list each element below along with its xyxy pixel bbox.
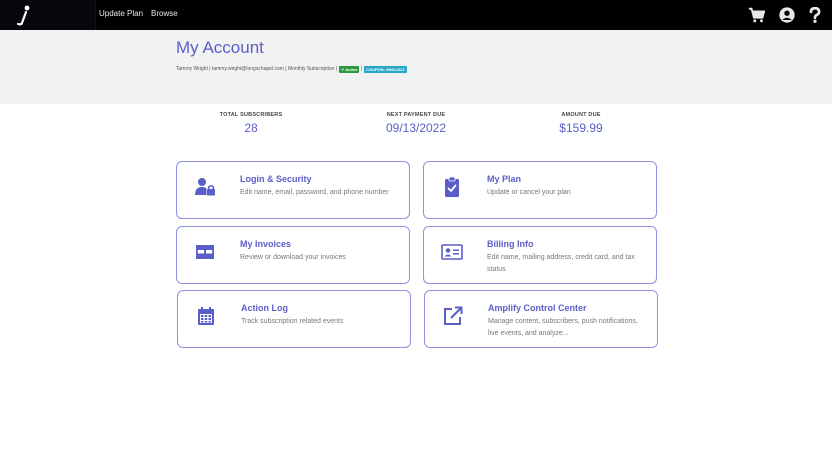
nav-update-plan[interactable]: Update Plan <box>99 9 143 18</box>
stat-amount-due: AMOUNT DUE $159.99 <box>506 112 656 135</box>
external-link-icon <box>444 306 463 325</box>
page-title: My Account <box>176 38 264 57</box>
nav-browse[interactable]: Browse <box>151 9 178 18</box>
card-title: My Plan <box>487 174 522 184</box>
card-description: Review or download your invoices <box>240 254 346 261</box>
card-description: Track subscription related events <box>241 318 344 325</box>
cart-icon[interactable] <box>748 6 766 24</box>
card-title: Login & Security <box>240 174 312 184</box>
account-name: Tammy Wright <box>176 66 208 72</box>
card-title: My Invoices <box>240 239 292 249</box>
id-card-icon <box>441 244 463 260</box>
account-icon[interactable] <box>778 6 796 24</box>
active-status-badge: ✔ Active <box>339 65 360 73</box>
action-log-card[interactable]: Action Log Track subscription related ev… <box>177 290 411 348</box>
calendar-icon <box>198 307 214 325</box>
meta-separator: | <box>334 66 338 72</box>
top-navigation-bar: Update Plan Browse <box>0 0 832 30</box>
stat-label: NEXT PAYMENT DUE <box>386 112 446 118</box>
help-icon[interactable] <box>806 6 824 24</box>
account-header-panel <box>0 30 832 104</box>
stat-value: 09/13/2022 <box>385 121 447 135</box>
meta-separator: | <box>359 66 363 72</box>
invoice-table-icon <box>196 245 214 259</box>
account-email: tammy.wright@longschapel.com <box>211 66 284 72</box>
billing-info-card[interactable]: Billing Info Edit name, mailing address,… <box>423 226 657 284</box>
card-description: Edit name, mailing address, credit card,… <box>487 254 635 273</box>
user-lock-icon <box>195 178 215 196</box>
card-description: Edit name, email, password, and phone nu… <box>240 189 389 196</box>
logo-area[interactable] <box>0 0 96 30</box>
subscription-type: Monthly Subscription <box>287 66 335 72</box>
stat-total-subscribers: TOTAL SUBSCRIBERS 28 <box>176 112 326 135</box>
stat-next-payment: NEXT PAYMENT DUE 09/13/2022 <box>341 112 491 135</box>
card-title: Billing Info <box>487 239 534 249</box>
coupon-badge: COUPON: WNC2022 <box>364 65 407 73</box>
login-security-card[interactable]: Login & Security Edit name, email, passw… <box>176 161 410 219</box>
stat-label: TOTAL SUBSCRIBERS <box>219 112 283 118</box>
stat-value: 28 <box>244 121 258 135</box>
card-description: Update or cancel your plan <box>487 189 571 196</box>
card-title: Amplify Control Center <box>488 303 587 313</box>
amplify-control-center-card[interactable]: Amplify Control Center Manage content, s… <box>424 290 658 348</box>
stat-label: AMOUNT DUE <box>561 112 601 118</box>
my-invoices-card[interactable]: My Invoices Review or download your invo… <box>176 226 410 284</box>
stat-value: $159.99 <box>559 121 603 135</box>
card-title: Action Log <box>241 303 288 313</box>
card-description: Manage content, subscribers, push notifi… <box>488 318 638 337</box>
account-meta: Tammy Wright | tammy.wright@longschapel.… <box>176 64 407 74</box>
my-plan-card[interactable]: My Plan Update or cancel your plan <box>423 161 657 219</box>
logo-icon <box>16 5 30 26</box>
clipboard-check-icon <box>445 176 459 197</box>
